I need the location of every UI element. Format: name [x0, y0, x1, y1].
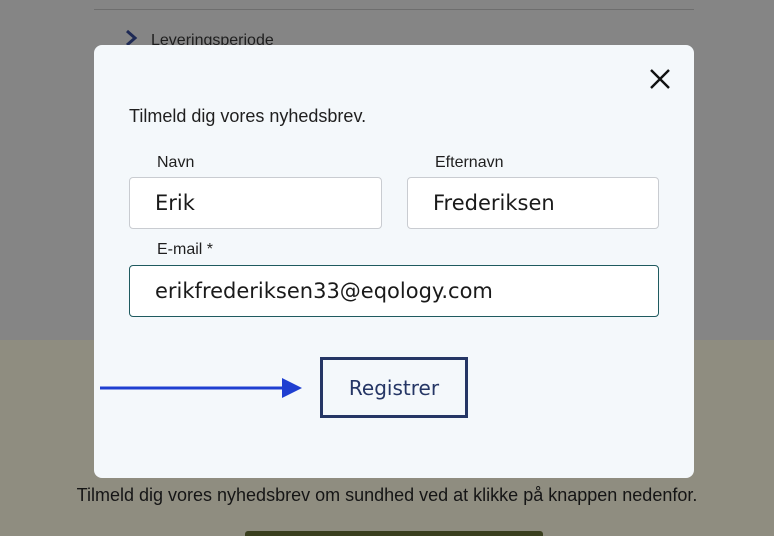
arrow-right-icon [100, 378, 302, 398]
last-name-field[interactable] [407, 177, 659, 229]
modal-title: Tilmeld dig vores nyhedsbrev. [129, 106, 367, 126]
accordion-divider [94, 9, 694, 10]
newsletter-text: Tilmeld dig vores nyhedsbrev om sundhed … [76, 485, 698, 505]
email-label: E-mail * [157, 241, 214, 258]
first-name-field[interactable] [129, 177, 382, 229]
newsletter-button[interactable] [245, 531, 543, 536]
register-button[interactable]: Registrer [320, 357, 468, 418]
newsletter-modal: Tilmeld dig vores nyhedsbrev. Navn Efter… [94, 45, 694, 478]
close-icon[interactable] [648, 67, 672, 91]
last-name-label: Efternavn [435, 154, 504, 171]
email-field[interactable] [129, 265, 659, 317]
first-name-label: Navn [157, 154, 195, 171]
